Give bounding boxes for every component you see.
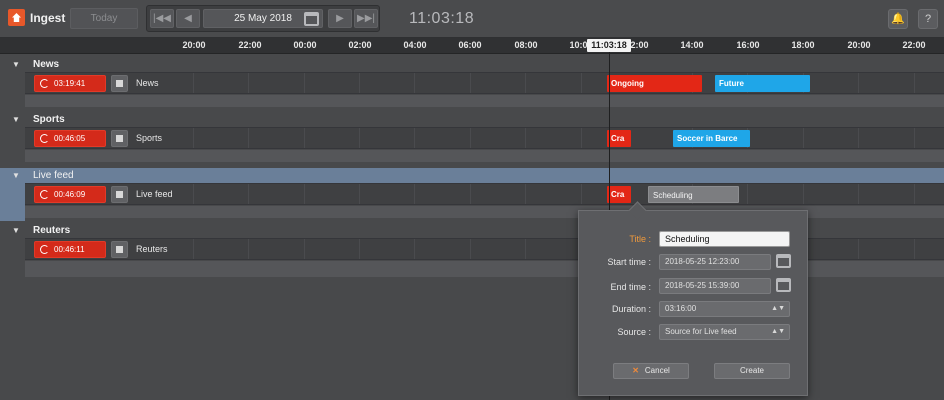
channel-row-news: 03:19:41 News Ongoing Future — [25, 72, 944, 94]
ruler-tick: 20:00 — [847, 40, 871, 50]
channel-row-sports: 00:46:05 Sports Cra Soccer in Barce — [25, 127, 944, 149]
end-time-field[interactable]: 2018-05-25 15:39:00 — [659, 278, 771, 294]
ruler-tick: 20:00 — [182, 40, 206, 50]
sync-icon — [40, 134, 49, 143]
group-header-news[interactable]: ▼ News — [0, 57, 944, 72]
group-name: Live feed — [33, 170, 74, 181]
ruler-tick: 04:00 — [403, 40, 427, 50]
row-spacer — [25, 150, 944, 162]
first-page-button[interactable]: |◀◀ — [150, 9, 174, 28]
ruler-tick: 22:00 — [902, 40, 926, 50]
sync-icon — [40, 245, 49, 254]
stop-button[interactable] — [111, 241, 128, 258]
create-button[interactable]: Create — [714, 363, 790, 379]
source-label: Source : — [617, 327, 651, 337]
app-title: Ingest — [30, 11, 66, 25]
record-timer-button[interactable]: 00:46:09 — [34, 186, 106, 203]
now-time-marker[interactable]: 11:03:18 — [587, 39, 631, 52]
collapse-arrow-icon[interactable]: ▼ — [12, 60, 20, 69]
duration-value: 03:16:00 — [665, 304, 697, 313]
title-input[interactable]: Scheduling — [659, 231, 790, 247]
ruler-tick: 08:00 — [514, 40, 538, 50]
home-logo-icon[interactable] — [8, 9, 25, 26]
event-block[interactable]: Cra — [607, 186, 631, 203]
record-timer: 00:46:11 — [54, 245, 85, 254]
source-value: Source for Live feed — [665, 327, 737, 336]
calendar-icon[interactable] — [304, 12, 319, 26]
stepper-arrows-icon[interactable]: ▲▼ — [771, 302, 785, 316]
cancel-label: Cancel — [644, 366, 670, 375]
record-timer-button[interactable]: 00:46:11 — [34, 241, 106, 258]
row-spacer — [25, 95, 944, 107]
record-timer: 00:46:09 — [54, 190, 86, 199]
sync-icon — [40, 190, 49, 199]
stop-button[interactable] — [111, 130, 128, 147]
group-name: Reuters — [33, 225, 71, 236]
duration-label: Duration : — [611, 304, 651, 314]
record-timer: 03:19:41 — [54, 79, 86, 88]
start-time-field[interactable]: 2018-05-25 12:23:00 — [659, 254, 771, 270]
ruler-tick: 22:00 — [238, 40, 262, 50]
help-icon[interactable]: ? — [918, 9, 938, 29]
record-timer-button[interactable]: 00:46:05 — [34, 130, 106, 147]
event-block-scheduling[interactable]: Scheduling — [648, 186, 739, 203]
end-time-label: End time : — [610, 282, 651, 292]
cancel-button[interactable]: ✕ Cancel — [613, 363, 689, 379]
current-time-clock: 11:03:18 — [409, 10, 475, 27]
collapse-arrow-icon[interactable]: ▼ — [12, 226, 20, 235]
close-icon: ✕ — [632, 366, 639, 375]
date-navigator: |◀◀ ◀ 25 May 2018 ▶ ▶▶| — [146, 5, 380, 32]
top-toolbar: Ingest Today |◀◀ ◀ 25 May 2018 ▶ ▶▶| 11:… — [0, 0, 944, 38]
today-button[interactable]: Today — [70, 8, 138, 29]
group-header-sports[interactable]: ▼ Sports — [0, 112, 944, 127]
group-name: News — [33, 59, 60, 70]
schedule-event-dialog: Title : Scheduling Start time : 2018-05-… — [578, 210, 808, 396]
duration-stepper[interactable]: 03:16:00 ▲▼ — [659, 301, 790, 317]
last-page-button[interactable]: ▶▶| — [354, 9, 378, 28]
end-calendar-icon[interactable] — [776, 278, 791, 292]
select-arrows-icon[interactable]: ▲▼ — [771, 325, 785, 339]
ruler-tick: 00:00 — [293, 40, 317, 50]
record-timer-button[interactable]: 03:19:41 — [34, 75, 106, 92]
previous-button[interactable]: ◀ — [176, 9, 200, 28]
event-block[interactable]: Future — [715, 75, 810, 92]
channel-name: Live feed — [136, 189, 173, 199]
ruler-tick: 14:00 — [680, 40, 704, 50]
event-block[interactable]: Cra — [607, 130, 631, 147]
channel-row-live-feed: 00:46:09 Live feed Cra Scheduling — [25, 183, 944, 205]
start-calendar-icon[interactable] — [776, 254, 791, 268]
start-time-label: Start time : — [607, 257, 651, 267]
ruler-tick: 02:00 — [348, 40, 372, 50]
channel-name: Sports — [136, 133, 163, 143]
event-block[interactable]: Ongoing — [607, 75, 702, 92]
title-label: Title : — [629, 234, 651, 244]
ruler-tick: 06:00 — [458, 40, 482, 50]
next-button[interactable]: ▶ — [328, 9, 352, 28]
event-block[interactable]: Soccer in Barce — [673, 130, 750, 147]
collapse-arrow-icon[interactable]: ▼ — [12, 171, 20, 180]
timeline-ruler[interactable]: 20:00 22:00 00:00 02:00 04:00 06:00 08:0… — [0, 38, 944, 54]
notifications-bell-icon[interactable]: 🔔 — [888, 9, 908, 29]
channel-name: Reuters — [136, 244, 168, 254]
group-name: Sports — [33, 114, 65, 125]
channel-name: News — [136, 78, 159, 88]
record-timer: 00:46:05 — [54, 134, 86, 143]
stop-button[interactable] — [111, 186, 128, 203]
source-select[interactable]: Source for Live feed ▲▼ — [659, 324, 790, 340]
ingest-app: Ingest Today |◀◀ ◀ 25 May 2018 ▶ ▶▶| 11:… — [0, 0, 944, 400]
ruler-tick: 16:00 — [736, 40, 760, 50]
stop-button[interactable] — [111, 75, 128, 92]
group-header-live-feed[interactable]: ▼ Live feed — [0, 168, 944, 183]
sync-icon — [40, 79, 49, 88]
collapse-arrow-icon[interactable]: ▼ — [12, 115, 20, 124]
ruler-tick: 18:00 — [791, 40, 815, 50]
